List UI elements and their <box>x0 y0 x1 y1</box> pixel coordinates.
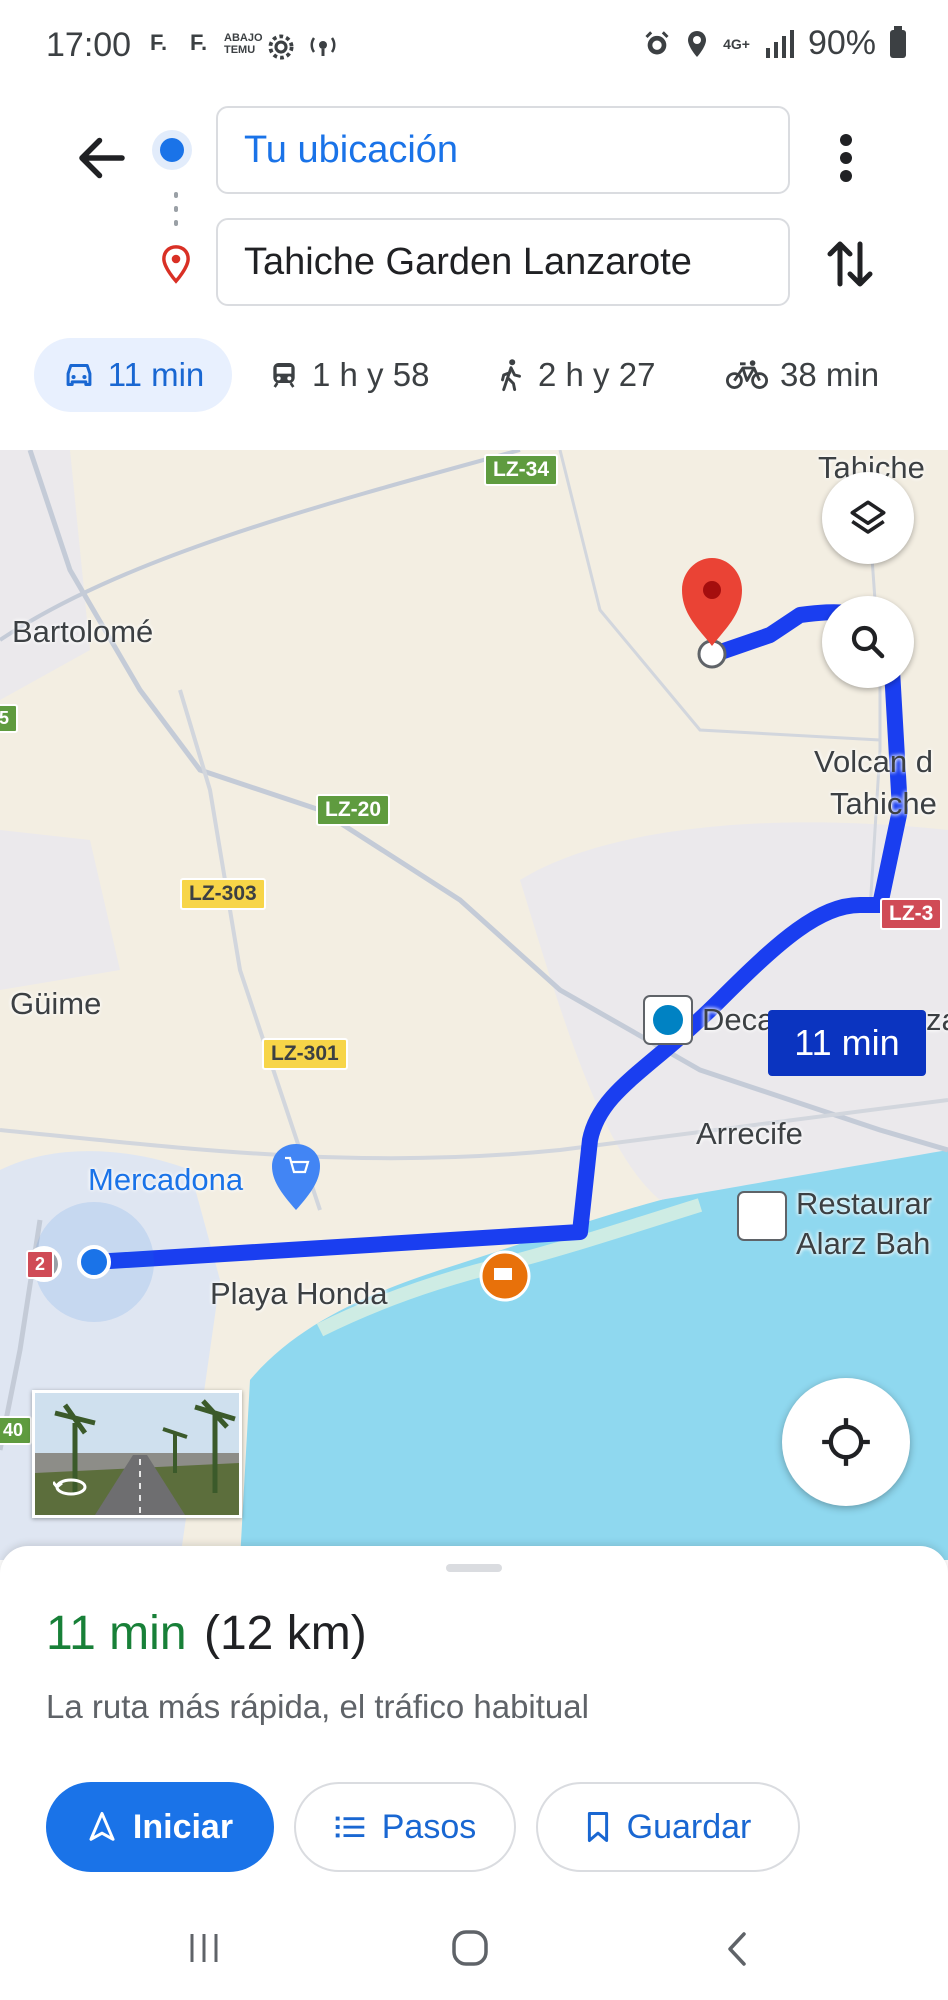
gear-icon <box>268 34 294 60</box>
crosshair-icon <box>822 1418 870 1466</box>
road-label-40: 40 <box>0 1416 33 1445</box>
road-label-2: 2 <box>26 1250 55 1279</box>
destination-pin-icon <box>162 245 190 284</box>
mercadona-pin-icon[interactable] <box>272 1144 320 1210</box>
transit-icon <box>273 363 295 388</box>
mode-tab-walk[interactable]: 2 h y 27 <box>496 338 655 412</box>
place-decathlon-end: za <box>926 1002 948 1037</box>
current-location-dot <box>77 1245 111 1279</box>
home-icon[interactable] <box>450 1928 490 1968</box>
nfc-icon <box>310 37 336 56</box>
bike-icon <box>726 360 768 389</box>
notification-f-icon-2: F. <box>190 30 208 55</box>
mode-tab-transit[interactable]: 1 h y 58 <box>268 338 429 412</box>
walk-icon <box>501 359 521 392</box>
road-label-lz3: LZ-3 <box>880 898 943 930</box>
directions-header: Tu ubicación Tahiche Garden Lanzarote 11… <box>0 94 948 450</box>
layers-icon <box>850 500 886 534</box>
connector-dot <box>174 192 178 198</box>
system-navigation-bar <box>0 1900 948 2000</box>
status-time: 17:00 <box>46 26 132 64</box>
connector-dot <box>174 206 178 212</box>
street-view-thumbnail[interactable] <box>32 1390 242 1518</box>
mode-car-label: 11 min <box>107 356 205 393</box>
street-view-rotate-icon <box>53 1478 87 1496</box>
status-right: 4G+ 90% <box>643 24 906 63</box>
recent-apps-icon[interactable] <box>186 1930 222 1966</box>
system-back-icon[interactable] <box>722 1930 752 1968</box>
alarm-icon <box>645 30 669 54</box>
route-bottom-sheet[interactable]: 11 min (12 km) La ruta más rápida, el tr… <box>0 1546 948 2000</box>
place-bartolome: Bartolomé <box>12 614 154 649</box>
search-along-route-button[interactable] <box>822 596 914 688</box>
place-mercadona[interactable]: Mercadona <box>88 1162 243 1198</box>
mode-tab-bike[interactable]: 38 min <box>726 338 879 412</box>
road-label-lz303: LZ-303 <box>180 878 266 910</box>
connector-dot <box>174 220 178 226</box>
destination-marker-icon[interactable] <box>682 558 742 646</box>
place-volcan-tahiche: Tahiche <box>830 786 937 821</box>
back-arrow-icon[interactable] <box>72 128 132 188</box>
navigation-arrow-icon <box>89 1811 115 1841</box>
road-label-5: 5 <box>0 704 19 733</box>
route-description: La ruta más rápida, el tráfico habitual <box>46 1688 589 1725</box>
steps-label: Pasos <box>381 1807 477 1846</box>
bookmark-icon <box>587 1811 608 1843</box>
place-decathlon: Deca <box>702 1002 775 1037</box>
location-status-icon <box>688 30 707 57</box>
battery-icon <box>890 25 906 58</box>
more-options-icon[interactable] <box>826 128 866 188</box>
signal-icon <box>765 29 794 58</box>
place-playa-honda: Playa Honda <box>210 1276 388 1311</box>
sheet-drag-handle[interactable] <box>446 1564 502 1572</box>
start-label: Iniciar <box>132 1807 234 1846</box>
origin-value: Tu ubicación <box>244 128 459 171</box>
place-volcan: Volcan d <box>814 744 933 779</box>
mode-walk-label: 2 h y 27 <box>538 356 656 393</box>
map-view[interactable]: LZ-34 LZ-20 LZ-303 LZ-301 LZ-3 2 40 5 Ta… <box>0 450 948 1560</box>
status-bar: 17:00 F. F. ABAJO TEMU 4G+ 90% <box>0 0 948 94</box>
layers-button[interactable] <box>822 472 914 564</box>
notification-f-icon: F. <box>150 30 168 55</box>
swap-icon[interactable] <box>820 234 880 294</box>
my-location-button[interactable] <box>782 1378 910 1506</box>
restaurant-icon[interactable] <box>737 1191 787 1241</box>
temu-notification-icon: ABAJO TEMU <box>224 32 263 56</box>
route-duration-bubble[interactable]: 11 min <box>768 1010 926 1076</box>
save-label: Guardar <box>626 1807 752 1846</box>
mode-transit-label: 1 h y 58 <box>312 356 430 393</box>
search-icon <box>851 625 885 659</box>
destination-input[interactable]: Tahiche Garden Lanzarote <box>216 218 790 306</box>
battery-percent: 90% <box>807 24 876 62</box>
road-label-lz301: LZ-301 <box>262 1038 348 1070</box>
road-label-lz34: LZ-34 <box>484 454 559 486</box>
origin-input[interactable]: Tu ubicación <box>216 106 790 194</box>
steps-button[interactable]: Pasos <box>294 1782 516 1872</box>
origin-dot-icon <box>160 138 184 162</box>
route-distance: (12 km) <box>204 1607 367 1660</box>
start-navigation-button[interactable]: Iniciar <box>46 1782 274 1872</box>
car-icon <box>66 363 92 387</box>
place-restaurant[interactable]: Restaurar <box>796 1186 932 1222</box>
road-label-lz20: LZ-20 <box>316 794 391 826</box>
list-icon <box>335 1816 365 1838</box>
route-time: 11 min <box>46 1607 187 1660</box>
save-route-button[interactable]: Guardar <box>536 1782 800 1872</box>
mode-bike-label: 38 min <box>780 356 880 393</box>
place-guime: Güime <box>10 986 102 1021</box>
place-restaurant-line2[interactable]: Alarz Bah <box>796 1226 930 1262</box>
destination-value: Tahiche Garden Lanzarote <box>244 240 692 283</box>
network-type: 4G+ <box>723 35 750 52</box>
mode-tab-car[interactable]: 11 min <box>34 338 232 412</box>
place-arrecife: Arrecife <box>696 1116 803 1151</box>
